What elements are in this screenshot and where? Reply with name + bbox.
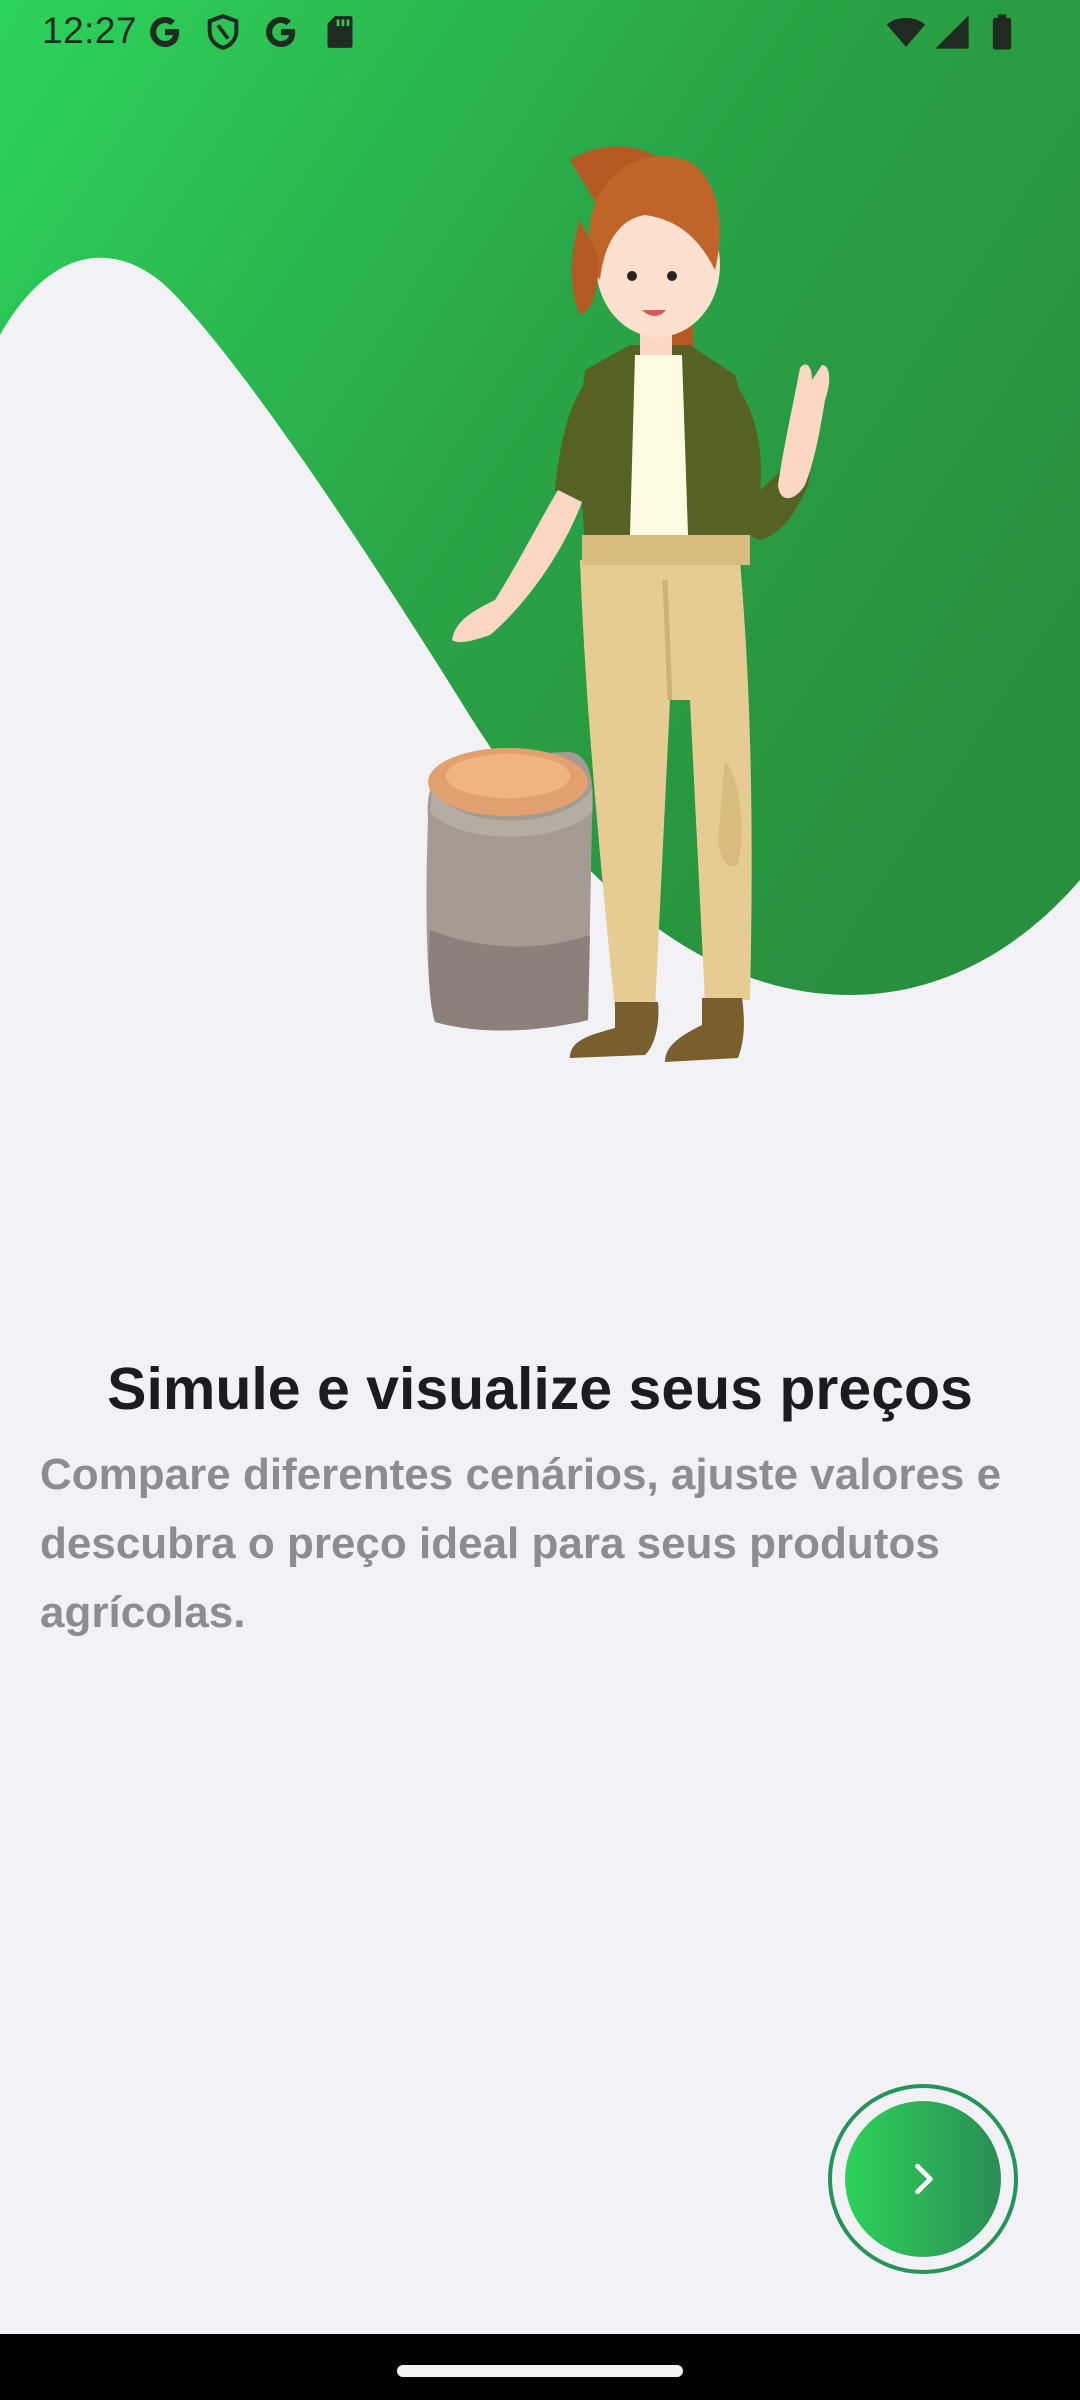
signal-icon xyxy=(935,15,969,49)
farmer-woman-with-grain-sack-illustration xyxy=(426,146,830,1062)
chevron-right-icon xyxy=(915,2163,933,2195)
onboarding-screen: 12:27 Simule e visualize seus preços Com… xyxy=(0,0,1080,2400)
page-description: Compare diferentes cenários, ajuste valo… xyxy=(40,1450,1002,1637)
battery-icon xyxy=(992,14,1012,50)
shield-icon xyxy=(207,14,239,50)
status-time: 12:27 xyxy=(42,10,138,51)
next-button-fill xyxy=(845,2101,1001,2257)
wifi-icon xyxy=(886,17,926,47)
next-button[interactable] xyxy=(828,2084,1018,2274)
sd-card-icon xyxy=(327,16,353,48)
navigation-bar xyxy=(0,2334,1080,2400)
home-indicator[interactable] xyxy=(397,2365,683,2377)
google-g-icon xyxy=(266,17,296,47)
status-bar: 12:27 xyxy=(0,0,1080,62)
page-title: Simule e visualize seus preços xyxy=(107,1356,973,1422)
google-g-icon xyxy=(150,17,180,47)
